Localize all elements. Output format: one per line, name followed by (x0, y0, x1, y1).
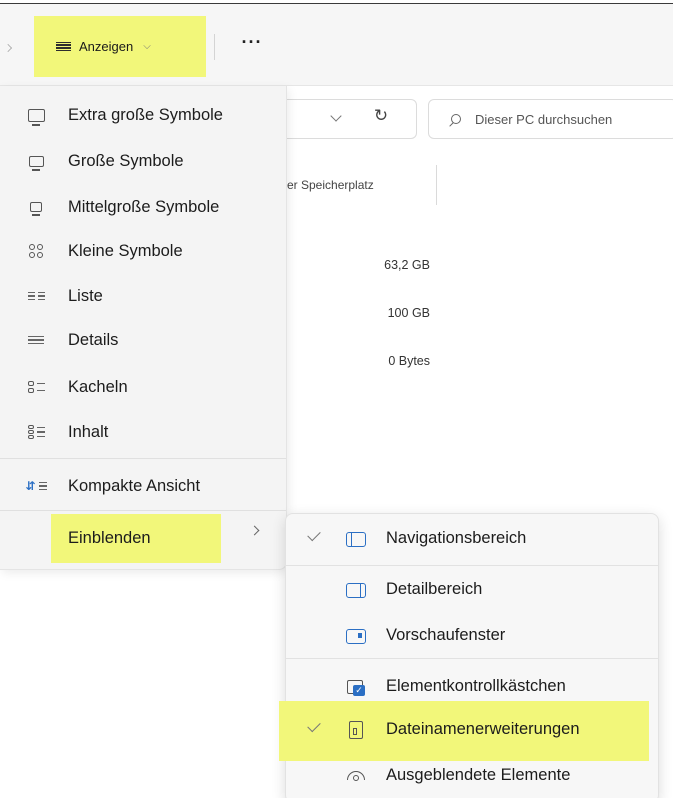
menu-divider (286, 565, 658, 566)
list-icon (26, 286, 46, 306)
tiles-icon (26, 377, 46, 397)
monitor-medium-icon (26, 197, 46, 217)
column-divider (436, 165, 437, 205)
menu-item-label: Kompakte Ansicht (68, 476, 201, 495)
eye-icon (345, 766, 367, 786)
refresh-icon[interactable]: ↻ (371, 106, 391, 128)
column-header-free-space[interactable]: er Speicherplatz (287, 178, 374, 192)
view-menu-button[interactable]: Anzeigen ⌵ (34, 16, 206, 77)
content-icon (26, 422, 46, 442)
menu-item-show[interactable]: Einblenden (0, 515, 286, 561)
submenu-item-label: Navigationsbereich (386, 529, 527, 547)
menu-item-content[interactable]: Inhalt (0, 409, 286, 455)
menu-item-label: Liste (68, 286, 103, 305)
command-bar: Anzeigen ⌵ ··· (0, 4, 673, 86)
item-checkbox-icon: ✓ (345, 677, 367, 697)
menu-item-label: Details (68, 330, 119, 349)
chevron-icon[interactable] (4, 44, 12, 52)
menu-divider (0, 458, 286, 459)
menu-item-label: Mittelgroße Symbole (68, 197, 220, 216)
checkmark-icon (307, 718, 321, 733)
menu-divider (286, 658, 658, 659)
submenu-item-label: Ausgeblendete Elemente (386, 766, 571, 784)
compact-view-icon: ⇵ (25, 476, 47, 496)
search-input[interactable]: Dieser PC durchsuchen (475, 112, 612, 127)
menu-item-large-icons[interactable]: Große Symbole (0, 138, 286, 184)
file-extension-icon (345, 720, 367, 740)
submenu-item-preview-pane[interactable]: Vorschaufenster (286, 613, 658, 659)
menu-divider (0, 510, 286, 511)
submenu-item-label: Vorschaufenster (386, 626, 506, 644)
submenu-item-file-extensions[interactable]: Dateinamenerweiterungen (286, 707, 658, 753)
menu-item-label: Extra große Symbole (68, 105, 223, 124)
search-icon (451, 114, 461, 124)
checkmark-icon (307, 527, 321, 542)
menu-item-label: Inhalt (68, 422, 109, 441)
chevron-down-icon: ⌵ (143, 41, 151, 52)
drive-size: 100 GB (387, 306, 430, 320)
menu-item-label: Kacheln (68, 377, 128, 396)
menu-item-list[interactable]: Liste (0, 273, 286, 319)
preview-pane-icon (345, 626, 367, 646)
menu-item-label: Große Symbole (68, 151, 184, 170)
menu-item-label: Kleine Symbole (68, 241, 183, 260)
submenu-item-label: Elementkontrollkästchen (386, 677, 566, 695)
menu-item-extra-large-icons[interactable]: Extra große Symbole (0, 92, 286, 138)
menu-item-details[interactable]: Details (0, 317, 286, 363)
view-lines-icon (56, 41, 71, 52)
submenu-item-hidden-items[interactable]: Ausgeblendete Elemente (286, 753, 658, 798)
navigation-pane-icon (345, 529, 367, 549)
search-box[interactable]: Dieser PC durchsuchen (428, 99, 673, 139)
menu-item-label: Einblenden (68, 528, 151, 547)
monitor-xl-icon (26, 105, 46, 125)
submenu-item-details-pane[interactable]: Detailbereich (286, 567, 658, 613)
small-grid-icon (26, 241, 46, 261)
details-pane-icon (345, 580, 367, 600)
monitor-large-icon (26, 151, 46, 171)
submenu-item-label: Dateinamenerweiterungen (386, 720, 580, 738)
drive-size: 0 Bytes (388, 354, 430, 368)
view-menu-label: Anzeigen (79, 39, 134, 54)
submenu-item-navigation-pane[interactable]: Navigationsbereich (286, 516, 658, 562)
details-icon (26, 330, 46, 350)
drive-size-column: 63,2 GB 100 GB 0 Bytes (360, 258, 430, 402)
menu-item-compact-view[interactable]: ⇵ Kompakte Ansicht (0, 463, 286, 509)
more-options-button[interactable]: ··· (236, 32, 268, 58)
drive-size: 63,2 GB (384, 258, 430, 272)
view-dropdown-menu: Extra große Symbole Große Symbole Mittel… (0, 86, 287, 570)
address-bar[interactable] (287, 99, 417, 139)
menu-item-tiles[interactable]: Kacheln (0, 364, 286, 410)
toolbar-divider (214, 34, 215, 60)
submenu-item-label: Detailbereich (386, 580, 483, 598)
menu-item-small-icons[interactable]: Kleine Symbole (0, 228, 286, 274)
menu-item-medium-icons[interactable]: Mittelgroße Symbole (0, 184, 286, 230)
